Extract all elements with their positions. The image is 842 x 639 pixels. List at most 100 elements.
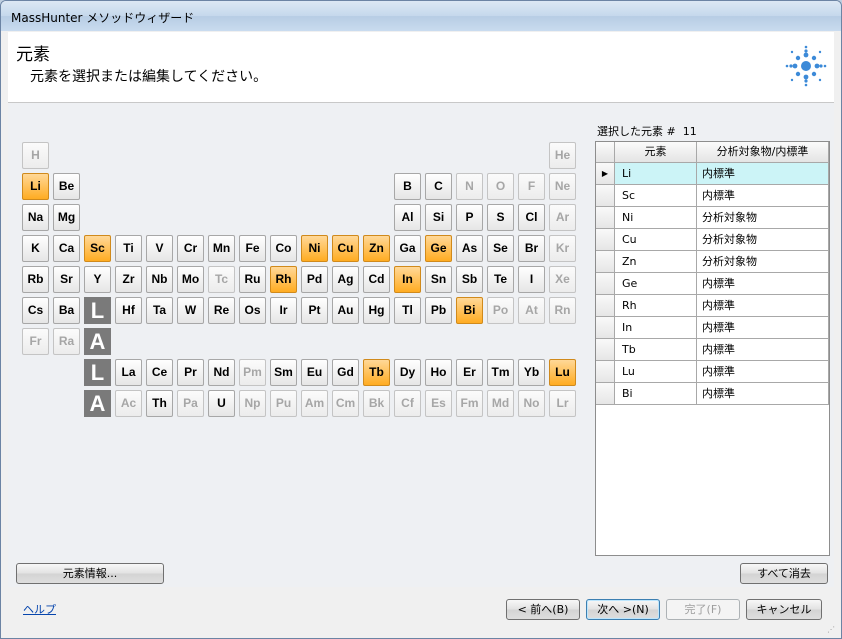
clear-all-button[interactable]: すべて消去 <box>740 563 828 584</box>
cell-type[interactable]: 分析対象物 <box>697 251 829 273</box>
element-button-xe[interactable]: Xe <box>549 266 576 293</box>
element-button-pb[interactable]: Pb <box>425 297 452 324</box>
title-bar[interactable]: MassHunter メソッドウィザード <box>1 1 841 31</box>
cell-type[interactable]: 内標準 <box>697 339 829 361</box>
cell-type[interactable]: 内標準 <box>697 185 829 207</box>
grid-row[interactable]: Bi 内標準 <box>596 383 829 405</box>
cell-type[interactable]: 内標準 <box>697 383 829 405</box>
element-button-dy[interactable]: Dy <box>394 359 421 386</box>
element-button-sb[interactable]: Sb <box>456 266 483 293</box>
row-header[interactable] <box>596 207 615 229</box>
element-button-ho[interactable]: Ho <box>425 359 452 386</box>
element-button-bk[interactable]: Bk <box>363 390 390 417</box>
row-header[interactable] <box>596 317 615 339</box>
element-button-yb[interactable]: Yb <box>518 359 545 386</box>
element-button-cl[interactable]: Cl <box>518 204 545 231</box>
column-header-type[interactable]: 分析対象物/内標準 <box>697 142 829 163</box>
grid-row[interactable]: In 内標準 <box>596 317 829 339</box>
element-button-ac[interactable]: Ac <box>115 390 142 417</box>
triangle-right-icon[interactable]: ▶ <box>596 163 615 185</box>
element-button-pa[interactable]: Pa <box>177 390 204 417</box>
element-button-p[interactable]: P <box>456 204 483 231</box>
element-info-button[interactable]: 元素情報... <box>16 563 164 584</box>
cell-type[interactable]: 分析対象物 <box>697 207 829 229</box>
element-button-gd[interactable]: Gd <box>332 359 359 386</box>
cell-element[interactable]: Zn <box>615 251 697 273</box>
cancel-button[interactable]: キャンセル <box>746 599 822 620</box>
element-button-rh[interactable]: Rh <box>270 266 297 293</box>
back-button[interactable]: < 前へ(B) <box>506 599 580 620</box>
element-button-po[interactable]: Po <box>487 297 514 324</box>
element-button-pd[interactable]: Pd <box>301 266 328 293</box>
cell-type[interactable]: 内標準 <box>697 273 829 295</box>
element-button-ti[interactable]: Ti <box>115 235 142 262</box>
element-button-be[interactable]: Be <box>53 173 80 200</box>
row-header[interactable] <box>596 229 615 251</box>
element-button-al[interactable]: Al <box>394 204 421 231</box>
element-button-ag[interactable]: Ag <box>332 266 359 293</box>
element-button-ru[interactable]: Ru <box>239 266 266 293</box>
cell-element[interactable]: Tb <box>615 339 697 361</box>
row-header[interactable] <box>596 361 615 383</box>
element-button-au[interactable]: Au <box>332 297 359 324</box>
element-button-fm[interactable]: Fm <box>456 390 483 417</box>
grid-row[interactable]: Tb 内標準 <box>596 339 829 361</box>
help-link[interactable]: ヘルプ <box>23 601 56 617</box>
element-button-mn[interactable]: Mn <box>208 235 235 262</box>
element-button-br[interactable]: Br <box>518 235 545 262</box>
element-button-er[interactable]: Er <box>456 359 483 386</box>
element-button-fe[interactable]: Fe <box>239 235 266 262</box>
element-button-mg[interactable]: Mg <box>53 204 80 231</box>
row-header[interactable] <box>596 273 615 295</box>
element-button-f[interactable]: F <box>518 173 545 200</box>
element-button-mo[interactable]: Mo <box>177 266 204 293</box>
element-button-te[interactable]: Te <box>487 266 514 293</box>
element-button-zr[interactable]: Zr <box>115 266 142 293</box>
element-button-la[interactable]: La <box>115 359 142 386</box>
element-button-lr[interactable]: Lr <box>549 390 576 417</box>
element-button-eu[interactable]: Eu <box>301 359 328 386</box>
element-button-ni[interactable]: Ni <box>301 235 328 262</box>
column-header-element[interactable]: 元素 <box>615 142 697 163</box>
grid-row[interactable]: Rh 内標準 <box>596 295 829 317</box>
grid-row[interactable]: Sc 内標準 <box>596 185 829 207</box>
element-button-ge[interactable]: Ge <box>425 235 452 262</box>
element-button-cf[interactable]: Cf <box>394 390 421 417</box>
element-button-c[interactable]: C <box>425 173 452 200</box>
element-button-tm[interactable]: Tm <box>487 359 514 386</box>
element-button-os[interactable]: Os <box>239 297 266 324</box>
element-button-ir[interactable]: Ir <box>270 297 297 324</box>
row-header[interactable] <box>596 383 615 405</box>
element-button-cd[interactable]: Cd <box>363 266 390 293</box>
cell-type[interactable]: 内標準 <box>697 163 829 185</box>
element-button-se[interactable]: Se <box>487 235 514 262</box>
cell-type[interactable]: 内標準 <box>697 361 829 383</box>
element-button-cu[interactable]: Cu <box>332 235 359 262</box>
element-button-es[interactable]: Es <box>425 390 452 417</box>
element-button-hg[interactable]: Hg <box>363 297 390 324</box>
element-button-li[interactable]: Li <box>22 173 49 200</box>
element-button-ba[interactable]: Ba <box>53 297 80 324</box>
grid-row[interactable]: Cu 分析対象物 <box>596 229 829 251</box>
grid-row[interactable]: Ni 分析対象物 <box>596 207 829 229</box>
element-button-ca[interactable]: Ca <box>53 235 80 262</box>
grid-row[interactable]: Zn 分析対象物 <box>596 251 829 273</box>
element-button-lu[interactable]: Lu <box>549 359 576 386</box>
element-button-no[interactable]: No <box>518 390 545 417</box>
cell-element[interactable]: Bi <box>615 383 697 405</box>
element-button-rn[interactable]: Rn <box>549 297 576 324</box>
row-header[interactable] <box>596 185 615 207</box>
element-button-ce[interactable]: Ce <box>146 359 173 386</box>
element-button-k[interactable]: K <box>22 235 49 262</box>
grid-row[interactable]: ▶ Li 内標準 <box>596 163 829 185</box>
element-button-v[interactable]: V <box>146 235 173 262</box>
element-button-pt[interactable]: Pt <box>301 297 328 324</box>
next-button[interactable]: 次へ >(N) <box>586 599 660 620</box>
element-button-re[interactable]: Re <box>208 297 235 324</box>
element-button-ga[interactable]: Ga <box>394 235 421 262</box>
element-button-at[interactable]: At <box>518 297 545 324</box>
element-button-si[interactable]: Si <box>425 204 452 231</box>
element-button-tc[interactable]: Tc <box>208 266 235 293</box>
element-button-ra[interactable]: Ra <box>53 328 80 355</box>
row-header[interactable] <box>596 251 615 273</box>
